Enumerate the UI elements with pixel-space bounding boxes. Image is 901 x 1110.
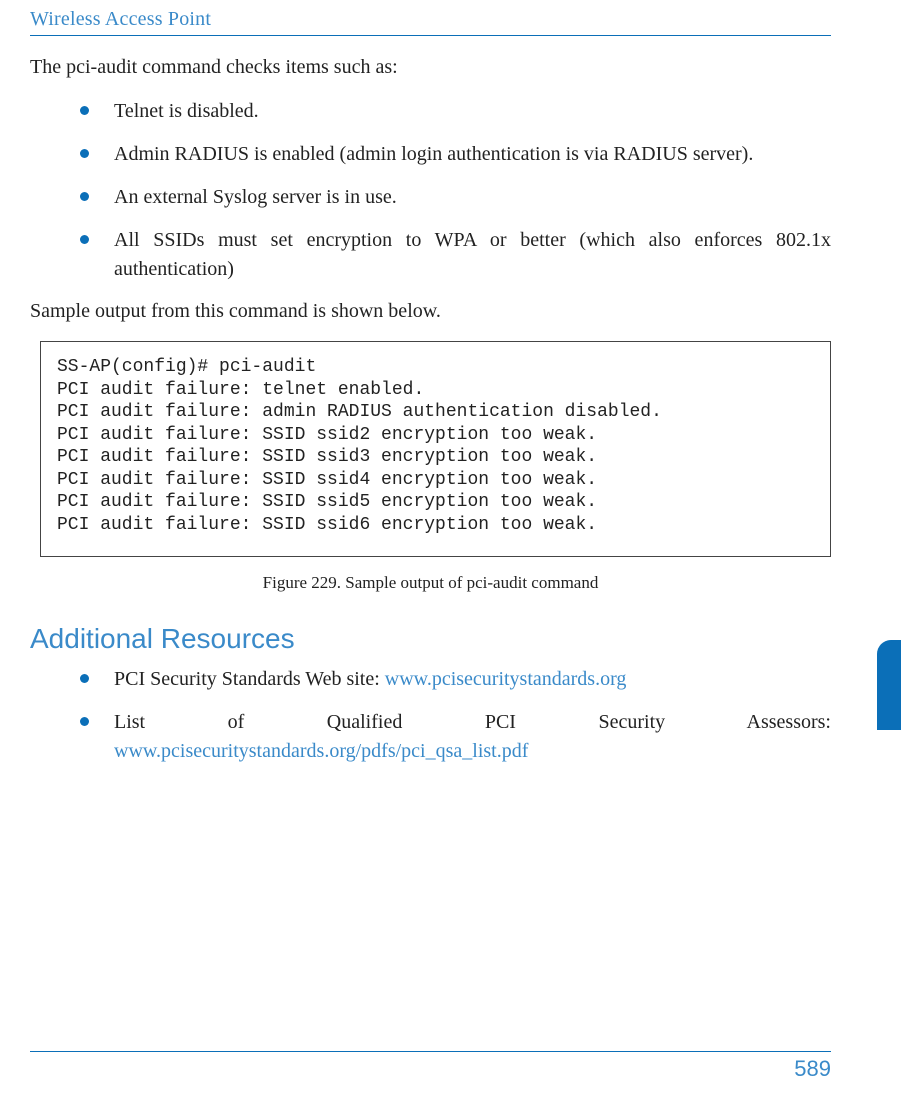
thumb-tab xyxy=(877,640,901,730)
resources-list: PCI Security Standards Web site: www.pci… xyxy=(80,665,831,766)
checks-item: Telnet is disabled. xyxy=(80,97,831,126)
code-line: PCI audit failure: SSID ssid5 encryption… xyxy=(57,492,597,512)
checks-item: All SSIDs must set encryption to WPA or … xyxy=(80,226,831,284)
code-line: SS-AP(config)# pci-audit xyxy=(57,357,316,377)
code-line: PCI audit failure: SSID ssid6 encryption… xyxy=(57,515,597,535)
resource-link[interactable]: www.pcisecuritystandards.org/pdfs/pci_qs… xyxy=(114,740,528,762)
resource-prefix: List of Qualified PCI Security Assessors… xyxy=(114,711,831,733)
resource-item: PCI Security Standards Web site: www.pci… xyxy=(80,665,831,694)
intro-paragraph: The pci-audit command checks items such … xyxy=(30,54,831,81)
figure-caption: Figure 229. Sample output of pci-audit c… xyxy=(30,573,831,593)
code-line: PCI audit failure: telnet enabled. xyxy=(57,380,424,400)
page-footer: 589 xyxy=(30,1051,831,1082)
code-line: PCI audit failure: admin RADIUS authenti… xyxy=(57,402,662,422)
checks-item: An external Syslog server is in use. xyxy=(80,183,831,212)
code-output-box: SS-AP(config)# pci-audit PCI audit failu… xyxy=(40,341,831,557)
code-line: PCI audit failure: SSID ssid4 encryption… xyxy=(57,470,597,490)
resource-item: List of Qualified PCI Security Assessors… xyxy=(80,708,831,766)
footer-rule xyxy=(30,1051,831,1052)
additional-resources-heading: Additional Resources xyxy=(30,623,831,655)
header-rule xyxy=(30,35,831,36)
checks-list: Telnet is disabled. Admin RADIUS is enab… xyxy=(80,97,831,284)
document-page: Wireless Access Point The pci-audit comm… xyxy=(0,0,901,1110)
checks-item: Admin RADIUS is enabled (admin login aut… xyxy=(80,140,831,169)
resource-link[interactable]: www.pcisecuritystandards.org xyxy=(385,668,627,690)
page-number: 589 xyxy=(30,1056,831,1082)
running-header: Wireless Access Point xyxy=(30,8,831,31)
code-line: PCI audit failure: SSID ssid2 encryption… xyxy=(57,425,597,445)
code-line: PCI audit failure: SSID ssid3 encryption… xyxy=(57,447,597,467)
sample-intro: Sample output from this command is shown… xyxy=(30,298,831,325)
resource-prefix: PCI Security Standards Web site: xyxy=(114,668,385,690)
